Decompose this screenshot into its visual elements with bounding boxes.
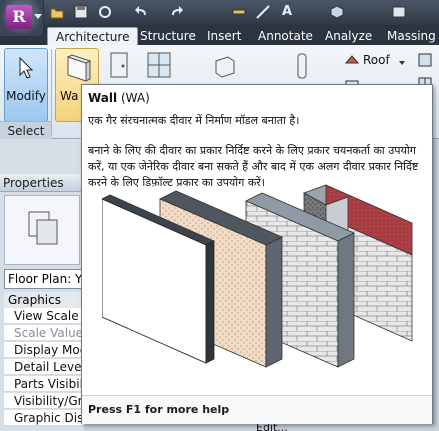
text-icon[interactable]: A xyxy=(282,5,296,19)
modify-label: Modify xyxy=(6,89,46,103)
wall-tooltip: Wall (WA) एक गैर संरचनात्मक दीवार में नि… xyxy=(81,84,433,424)
3d-view-icon[interactable] xyxy=(330,5,344,19)
properties-title: Properties xyxy=(0,174,84,192)
wall-label: Wa xyxy=(60,89,79,103)
view-type-icon xyxy=(28,211,58,245)
sync-icon[interactable] xyxy=(98,5,112,19)
cursor-arrow-icon xyxy=(19,57,34,79)
tab-massing[interactable]: Massing & xyxy=(379,27,439,61)
wall-types-illustration xyxy=(102,184,413,368)
property-row-display-model[interactable]: Display Moc xyxy=(4,342,84,358)
revit-logo-icon: R xyxy=(6,5,32,29)
chevron-down-icon xyxy=(34,14,42,19)
door-icon[interactable] xyxy=(108,51,130,79)
wall-icon xyxy=(66,54,92,82)
dimension-icon[interactable] xyxy=(256,5,270,19)
component-icon[interactable] xyxy=(212,53,238,79)
measure-icon[interactable] xyxy=(232,5,246,19)
type-selector-preview[interactable] xyxy=(4,195,80,265)
property-row-visibility-graphics[interactable]: Visibility/Gra xyxy=(4,393,84,409)
property-row-detail-level[interactable]: Detail Level xyxy=(4,359,84,375)
property-row-parts-visibility[interactable]: Parts Visibilit xyxy=(4,376,84,392)
tooltip-description: एक गैर संरचनात्मक दीवार में निर्माण मॉडल… xyxy=(88,114,300,127)
tooltip-title: Wall (WA) xyxy=(88,91,150,105)
tab-insert[interactable]: Insert xyxy=(199,27,249,45)
tab-structure[interactable]: Structure xyxy=(132,27,204,45)
tooltip-title-name: Wall xyxy=(88,91,118,105)
graphics-group-header[interactable]: Graphics xyxy=(4,292,84,308)
type-selector-dropdown[interactable]: Floor Plan: Yp xyxy=(4,269,84,289)
roof-icon[interactable] xyxy=(344,53,360,67)
column-icon[interactable] xyxy=(296,53,308,79)
save-icon[interactable] xyxy=(74,5,88,19)
quick-access-toolbar: A xyxy=(0,0,439,25)
chevron-down-icon[interactable] xyxy=(398,56,406,65)
roof-label[interactable]: Roof xyxy=(363,53,390,67)
tooltip-help-hint: Press F1 for more help xyxy=(82,395,432,424)
tooltip-shortcut: (WA) xyxy=(120,91,150,105)
tab-analyze[interactable]: Analyze xyxy=(317,27,380,45)
panel-divider xyxy=(51,49,52,135)
select-panel-label[interactable]: Select xyxy=(0,121,52,139)
ribbon-tab-bar: Architecture Structure Insert Annotate A… xyxy=(0,25,439,61)
property-row-view-scale[interactable]: View Scale xyxy=(4,308,84,324)
open-icon[interactable] xyxy=(50,5,64,19)
modify-button[interactable]: Modify xyxy=(4,48,48,122)
tab-annotate[interactable]: Annotate xyxy=(250,27,321,45)
property-row-scale-value[interactable]: Scale Value xyxy=(4,325,84,341)
redo-icon[interactable] xyxy=(170,5,184,19)
window-icon[interactable] xyxy=(146,51,172,79)
properties-palette: Properties Floor Plan: Yp Graphics View … xyxy=(0,139,94,431)
tab-architecture[interactable]: Architecture xyxy=(47,27,139,45)
undo-icon[interactable] xyxy=(134,5,148,19)
close-hidden-icon[interactable] xyxy=(392,5,406,19)
curtain-icon[interactable] xyxy=(418,53,432,67)
application-menu-button[interactable]: R xyxy=(0,0,44,36)
